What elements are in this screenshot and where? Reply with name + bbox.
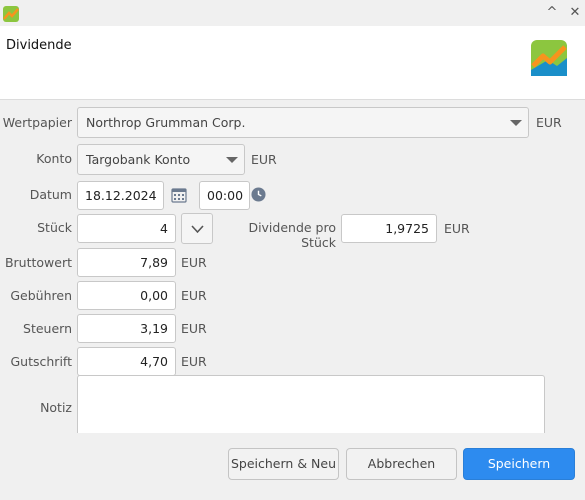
taxes-input[interactable]: 3,19 [77, 314, 176, 343]
taxes-label: Steuern [23, 321, 72, 336]
chevron-up-icon: ^ [546, 5, 558, 20]
dividend-per-share-currency: EUR [444, 221, 470, 236]
save-and-new-button[interactable]: Speichern & Neu [228, 448, 339, 480]
time-input[interactable]: 00:00 [199, 181, 250, 210]
dialog-header: Dividende [0, 26, 585, 100]
fees-input[interactable]: 0,00 [77, 281, 176, 310]
credit-input[interactable]: 4,70 [77, 347, 176, 376]
gross-currency: EUR [181, 255, 207, 270]
shares-label: Stück [37, 220, 72, 235]
fees-currency: EUR [181, 288, 207, 303]
close-button[interactable]: ✕ [566, 4, 584, 22]
collapse-button[interactable]: ^ [543, 4, 561, 22]
credit-currency: EUR [181, 354, 207, 369]
account-value: Targobank Konto [86, 152, 191, 167]
shares-stepper[interactable] [181, 213, 213, 244]
security-label: Wertpapier [2, 115, 72, 130]
taxes-currency: EUR [181, 321, 207, 336]
security-currency: EUR [536, 115, 562, 130]
gross-input[interactable]: 7,89 [77, 248, 176, 277]
fees-label: Gebühren [10, 288, 72, 303]
title-bar: ^ ✕ [0, 0, 585, 26]
security-select[interactable]: Northrop Grumman Corp. [77, 107, 529, 138]
dropdown-arrow-icon [226, 157, 238, 163]
account-label: Konto [36, 151, 72, 166]
security-value: Northrop Grumman Corp. [86, 115, 246, 130]
dividend-per-share-label: Dividende pro Stück [248, 220, 336, 250]
note-label: Notiz [40, 400, 72, 415]
chevron-down-icon [191, 225, 204, 234]
dialog-title: Dividende [6, 38, 72, 53]
app-logo-icon [531, 40, 567, 76]
date-label: Datum [29, 187, 72, 202]
close-icon: ✕ [569, 5, 581, 20]
dropdown-arrow-icon [510, 120, 522, 126]
app-chart-icon [3, 6, 19, 22]
dividend-per-share-input[interactable]: 1,9725 [341, 214, 437, 243]
shares-input[interactable]: 4 [77, 214, 176, 243]
date-input[interactable]: 18.12.2024 [77, 181, 164, 210]
account-select[interactable]: Targobank Konto [77, 144, 245, 175]
gross-label: Bruttowert [4, 255, 72, 270]
account-currency: EUR [251, 152, 277, 167]
clock-icon[interactable] [251, 187, 266, 202]
cancel-button[interactable]: Abbrechen [346, 448, 457, 480]
credit-label: Gutschrift [10, 354, 72, 369]
calendar-icon[interactable] [171, 187, 187, 203]
save-button[interactable]: Speichern [463, 448, 575, 480]
note-textarea[interactable] [77, 375, 545, 433]
